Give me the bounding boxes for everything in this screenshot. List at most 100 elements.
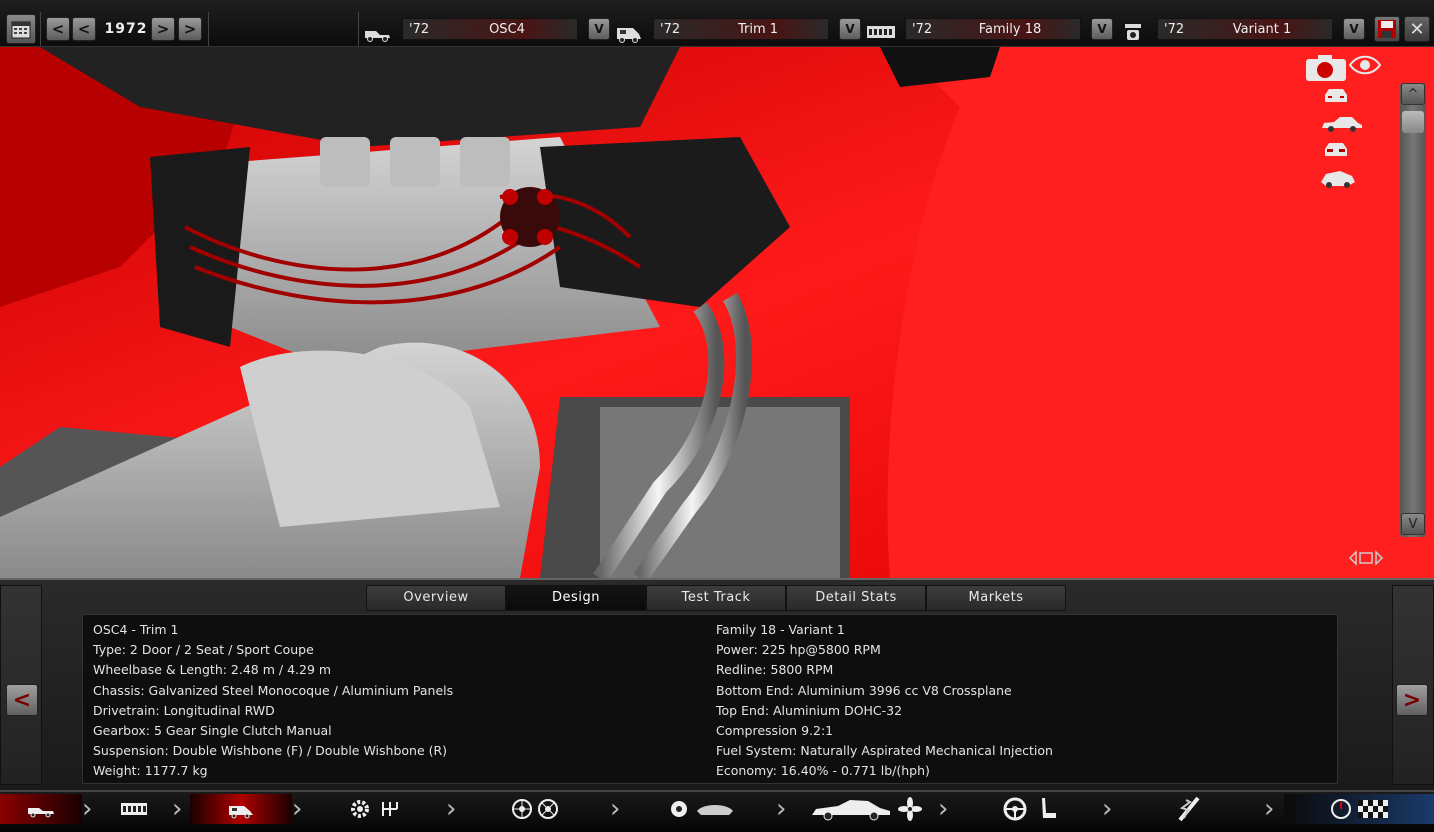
top-toolbar: < < 1972 > > '72 OSC4 V '72 Trim 1 V '72… [0,0,1434,47]
scroll-thumb[interactable] [1402,111,1424,133]
engine-family-name: Family 18 [978,22,1042,37]
year-next-fast-button[interactable]: > [178,17,202,41]
car-model-icon [362,18,394,44]
trim-year: '72 [660,22,681,37]
stat-power: Power: 225 hp@5800 RPM [716,642,881,658]
seat-icon [1042,798,1056,818]
engine-variant-icon [1117,18,1149,44]
stat-compression: Compression 9.2:1 [716,722,834,738]
trim-icon [613,18,645,44]
chevron-right-icon: › [1264,794,1275,824]
gauge-icon [1331,799,1351,819]
year-next-button[interactable]: > [151,17,175,41]
engine-family-year: '72 [912,22,933,37]
scroll-down-button[interactable]: V [1401,513,1425,535]
engine-stats-column: Family 18 - Variant 1 Power: 225 hp@5800… [716,620,1053,782]
brake-disc-icon [671,801,687,817]
scroll-up-button[interactable]: ^ [1401,83,1425,105]
chevron-down-icon: V [1097,22,1107,36]
engine-block-icon [121,803,147,815]
engine-family-selector[interactable]: '72 Family 18 V [865,14,1115,44]
engine-variant-selector[interactable]: '72 Variant 1 V [1117,14,1367,44]
3d-viewport[interactable]: ^ V [0,47,1434,578]
nav-model-step[interactable] [0,794,82,824]
angle-view-icon[interactable] [1318,165,1358,191]
stat-weight: Weight: 1177.7 kg [93,763,208,779]
nav-brakes-step[interactable] [632,794,772,824]
engine-family-dropdown-button[interactable]: V [1091,18,1113,40]
fan-icon [898,797,922,821]
stat-chassis: Chassis: Galvanized Steel Monocoque / Al… [93,682,454,698]
previous-page-button[interactable]: < [6,684,38,716]
year-display: 1972 [104,21,148,37]
camera-icon[interactable] [1304,51,1348,85]
stat-wheelbase: Wheelbase & Length: 2.48 m / 4.29 m [93,662,332,678]
stat-economy: Economy: 16.40% - 0.771 lb/(hph) [716,763,930,779]
chevron-right-icon: › [446,794,457,824]
stat-fuel-system: Fuel System: Naturally Aspirated Mechani… [716,743,1053,759]
engine-bay-render [0,47,1434,578]
rotate-icon[interactable] [1348,545,1384,571]
car-trim-icon [229,806,253,819]
chevron-right-icon: › [172,794,183,824]
tab-design[interactable]: Design [506,585,646,611]
model-dropdown-button[interactable]: V [588,18,610,40]
nav-body-step[interactable] [796,794,936,824]
zoom-scrollbar[interactable]: ^ V [1400,83,1426,537]
save-icon [1378,20,1396,38]
nav-suspension-step[interactable] [1124,794,1254,824]
steering-wheel-icon [1003,797,1027,821]
checkered-flag-icon [1358,800,1388,818]
engine-variant-year: '72 [1164,22,1185,37]
tab-test-track[interactable]: Test Track [646,585,786,611]
engine-family-field[interactable]: '72 Family 18 [905,18,1081,40]
engine-variant-field[interactable]: '72 Variant 1 [1157,18,1333,40]
calendar-button[interactable] [6,14,36,44]
chevron-left-icon: < [12,687,32,713]
nav-interior-step[interactable] [960,794,1100,824]
nav-trim-step[interactable] [190,794,292,824]
side-view-icon[interactable] [1320,113,1364,135]
car-body-icon [28,808,54,818]
front-view-icon[interactable] [1322,85,1350,107]
trim-dropdown-button[interactable]: V [839,18,861,40]
rear-view-icon[interactable] [1322,139,1350,161]
chevron-down-icon: V [1349,22,1359,36]
stat-bottom-end: Bottom End: Aluminium 3996 cc V8 Crosspl… [716,682,1012,698]
eye-icon[interactable] [1348,53,1382,77]
chevron-right-icon: › [1102,794,1113,824]
stat-drivetrain: Drivetrain: Longitudinal RWD [93,702,275,718]
nav-test-step[interactable] [1284,794,1434,824]
tab-overview[interactable]: Overview [366,585,506,611]
chevron-down-icon: V [845,22,855,36]
brake-pad-icon [697,805,733,815]
year-prev-button[interactable]: < [72,17,96,41]
trim-selector[interactable]: '72 Trim 1 V [613,14,863,44]
nav-engine-family-step[interactable] [98,794,170,824]
next-page-button[interactable]: > [1396,684,1428,716]
nav-drivetrain-step[interactable] [310,794,440,824]
calendar-icon [11,21,31,39]
chevron-right-icon: › [292,794,303,824]
engine-family-icon [865,18,897,44]
gearshift-icon [382,802,398,816]
stat-suspension: Suspension: Double Wishbone (F) / Double… [93,743,448,759]
nav-wheels-step[interactable] [470,794,600,824]
tab-markets[interactable]: Markets [926,585,1066,611]
trim-field[interactable]: '72 Trim 1 [653,18,829,40]
model-selector[interactable]: '72 OSC4 V [362,14,612,44]
stat-gearbox: Gearbox: 5 Gear Single Clutch Manual [93,722,332,738]
save-button[interactable] [1374,16,1400,42]
close-button[interactable]: ✕ [1404,16,1430,42]
model-field[interactable]: '72 OSC4 [402,18,578,40]
engine-variant-dropdown-button[interactable]: V [1343,18,1365,40]
chevron-right-icon: › [610,794,621,824]
chevron-right-icon: > [1402,687,1422,713]
design-steps-nav: › › › › › › › › › [0,790,1434,832]
chevron-right-icon: › [776,794,787,824]
model-year: '72 [409,22,430,37]
year-prev-fast-button[interactable]: < [46,17,70,41]
stat-top-end: Top End: Aluminium DOHC-32 [716,702,903,718]
car-title: OSC4 - Trim 1 [93,622,179,637]
tab-detail-stats[interactable]: Detail Stats [786,585,926,611]
